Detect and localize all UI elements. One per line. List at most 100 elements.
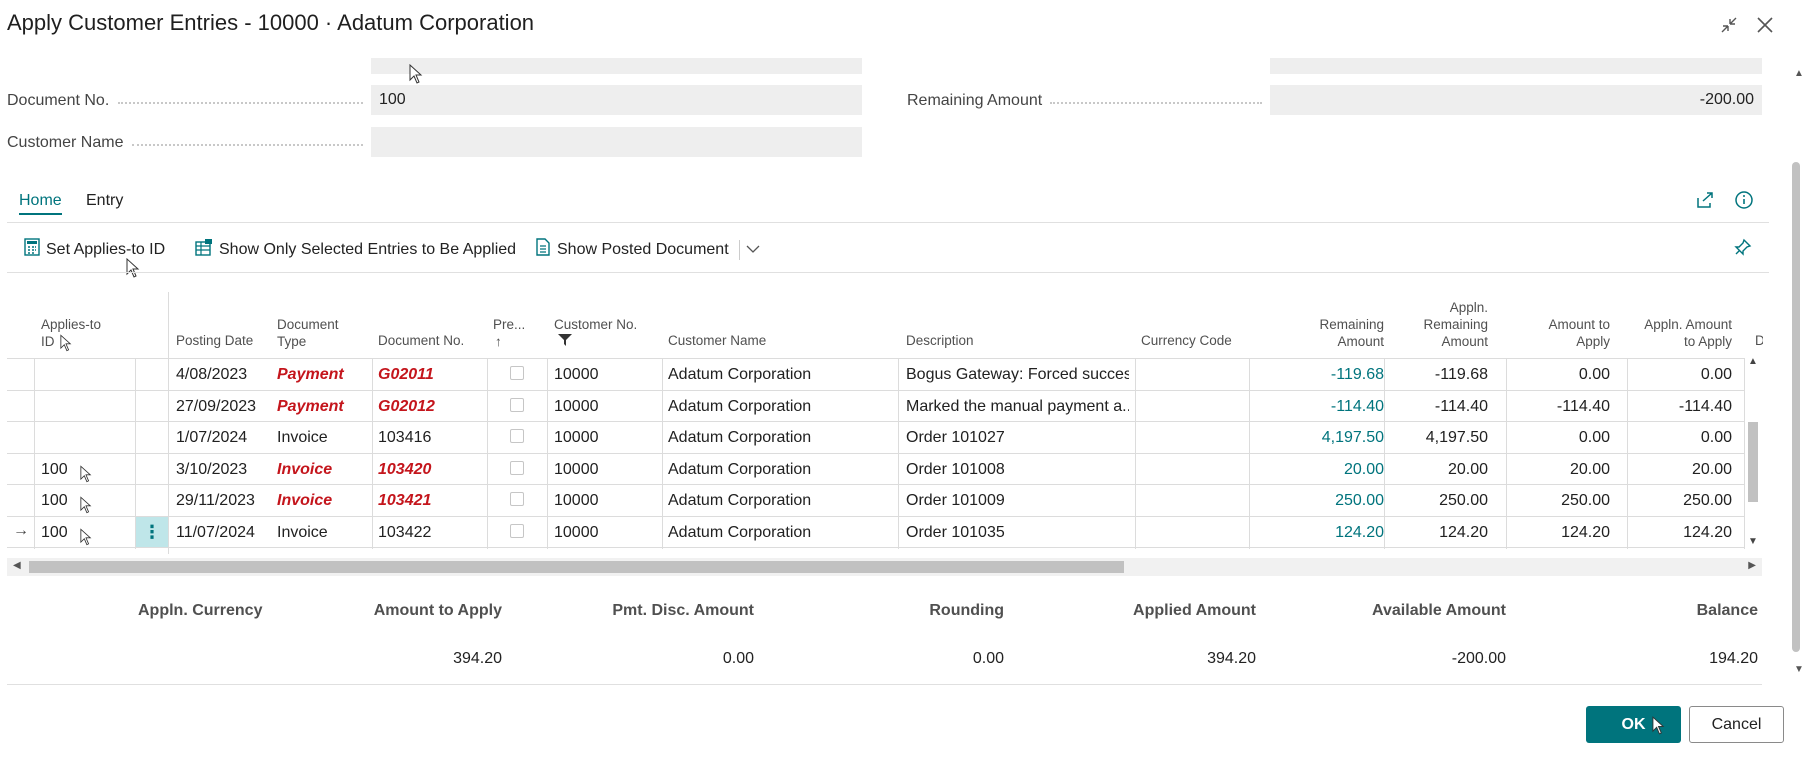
cell-customer-no[interactable]: 10000 — [554, 485, 658, 516]
col-header-customer-no[interactable]: Customer No. — [554, 316, 637, 350]
cell-description[interactable]: Marked the manual payment a... — [906, 391, 1129, 422]
pin-icon[interactable] — [1734, 238, 1752, 261]
cell-amount-to-apply[interactable]: -114.40 — [1505, 391, 1610, 422]
row-actions-menu-icon[interactable]: ⋮ — [136, 516, 168, 547]
cell-amount-to-apply[interactable]: 20.00 — [1505, 454, 1610, 485]
cell-amount-to-apply[interactable]: 124.20 — [1505, 517, 1610, 548]
cell-posting-date[interactable]: 11/07/2024 — [176, 517, 272, 548]
chevron-down-icon[interactable] — [746, 241, 760, 259]
cell-appln-amount-to-apply[interactable]: 124.20 — [1620, 517, 1732, 548]
close-icon[interactable] — [1752, 12, 1778, 38]
cell-currency-code[interactable] — [1141, 359, 1241, 390]
cell-appln-remaining-amount[interactable]: -119.68 — [1384, 359, 1488, 390]
col-header-appln-remaining-amount[interactable]: Appln. Remaining Amount — [1384, 299, 1488, 350]
cell-document-type[interactable]: Payment — [277, 391, 373, 422]
cell-currency-code[interactable] — [1141, 422, 1241, 453]
col-header-appln-amount-to-apply[interactable]: Appln. Amount to Apply — [1620, 316, 1732, 350]
cell-remaining-amount[interactable]: 4,197.50 — [1250, 422, 1384, 453]
col-header-d[interactable]: D — [1755, 332, 1763, 349]
cell-description[interactable]: Order 101008 — [906, 454, 1129, 485]
cell-document-type[interactable]: Payment — [277, 359, 373, 390]
prepayment-checkbox[interactable] — [510, 523, 524, 538]
cell-appln-remaining-amount[interactable]: 20.00 — [1384, 454, 1488, 485]
cell-customer-no[interactable]: 10000 — [554, 359, 658, 390]
collapse-icon[interactable] — [1716, 12, 1742, 38]
cell-customer-name[interactable]: Adatum Corporation — [668, 391, 893, 422]
info-icon[interactable] — [1734, 190, 1754, 215]
col-header-currency-code[interactable]: Currency Code — [1141, 332, 1232, 349]
share-icon[interactable] — [1695, 190, 1715, 215]
cell-remaining-amount[interactable]: 20.00 — [1250, 454, 1384, 485]
cell-applies-to-id[interactable] — [41, 422, 131, 453]
cell-appln-amount-to-apply[interactable]: 0.00 — [1620, 359, 1732, 390]
show-posted-document-button[interactable]: Show Posted Document — [535, 238, 760, 261]
document-no-field[interactable]: 100 — [371, 85, 862, 115]
prepayment-checkbox[interactable] — [510, 492, 524, 506]
cell-remaining-amount[interactable]: -119.68 — [1250, 359, 1384, 390]
cell-description[interactable]: Order 101035 — [906, 517, 1129, 548]
grid-scrollbar[interactable]: ▲ ▼ — [1745, 356, 1761, 550]
cell-customer-name[interactable]: Adatum Corporation — [668, 422, 893, 453]
cell-appln-remaining-amount[interactable]: 124.20 — [1384, 517, 1488, 548]
show-only-selected-button[interactable]: Show Only Selected Entries to Be Applied — [195, 238, 516, 261]
cell-appln-remaining-amount[interactable]: -114.40 — [1384, 391, 1488, 422]
cell-applies-to-id[interactable] — [41, 391, 131, 422]
cell-appln-amount-to-apply[interactable]: -114.40 — [1620, 391, 1732, 422]
cell-applies-to-id[interactable] — [41, 359, 131, 390]
cell-document-no[interactable]: 103421 — [378, 485, 482, 516]
cell-appln-remaining-amount[interactable]: 250.00 — [1384, 485, 1488, 516]
cell-currency-code[interactable] — [1141, 454, 1241, 485]
cell-description[interactable]: Order 101009 — [906, 485, 1129, 516]
cell-document-no[interactable]: 103416 — [378, 422, 482, 453]
cell-customer-no[interactable]: 10000 — [554, 391, 658, 422]
cell-document-type[interactable]: Invoice — [277, 454, 373, 485]
cell-amount-to-apply[interactable]: 0.00 — [1505, 422, 1610, 453]
cell-document-no[interactable]: G02012 — [378, 391, 482, 422]
cell-document-type[interactable]: Invoice — [277, 517, 373, 548]
col-header-posting-date[interactable]: Posting Date — [176, 332, 253, 349]
cell-appln-amount-to-apply[interactable]: 0.00 — [1620, 422, 1732, 453]
ok-button[interactable]: OK — [1586, 706, 1681, 743]
col-header-customer-name[interactable]: Customer Name — [668, 332, 766, 349]
cell-posting-date[interactable]: 4/08/2023 — [176, 359, 272, 390]
tab-home[interactable]: Home — [19, 192, 62, 215]
cell-posting-date[interactable]: 27/09/2023 — [176, 391, 272, 422]
cell-currency-code[interactable] — [1141, 517, 1241, 548]
cell-customer-name[interactable]: Adatum Corporation — [668, 454, 893, 485]
set-applies-to-id-button[interactable]: Set Applies-to ID — [24, 238, 165, 261]
cell-currency-code[interactable] — [1141, 391, 1241, 422]
prepayment-checkbox[interactable] — [510, 460, 524, 475]
cancel-button[interactable]: Cancel — [1689, 706, 1784, 743]
grid-horizontal-scrollbar[interactable]: ◀ ▶ — [7, 558, 1762, 576]
cell-posting-date[interactable]: 29/11/2023 — [176, 485, 272, 516]
prepayment-checkbox[interactable] — [510, 366, 524, 380]
cell-amount-to-apply[interactable]: 0.00 — [1505, 359, 1610, 390]
col-header-document-type[interactable]: Document Type — [277, 316, 339, 350]
prepayment-checkbox[interactable] — [510, 397, 524, 412]
col-header-document-no[interactable]: Document No. — [378, 332, 464, 349]
cell-description[interactable]: Bogus Gateway: Forced success — [906, 359, 1129, 390]
cell-customer-name[interactable]: Adatum Corporation — [668, 485, 893, 516]
col-header-pre[interactable]: Pre... ↑ — [493, 316, 525, 350]
cell-appln-amount-to-apply[interactable]: 20.00 — [1620, 454, 1732, 485]
cell-customer-name[interactable]: Adatum Corporation — [668, 517, 893, 548]
col-header-amount-to-apply[interactable]: Amount to Apply — [1510, 316, 1610, 350]
cell-posting-date[interactable]: 1/07/2024 — [176, 422, 272, 453]
prepayment-checkbox[interactable] — [510, 429, 524, 443]
cell-customer-no[interactable]: 10000 — [554, 422, 658, 453]
cell-appln-remaining-amount[interactable]: 4,197.50 — [1384, 422, 1488, 453]
cell-customer-name[interactable]: Adatum Corporation — [668, 359, 893, 390]
cell-customer-no[interactable]: 10000 — [554, 454, 658, 485]
cell-customer-no[interactable]: 10000 — [554, 517, 658, 548]
cell-remaining-amount[interactable]: 250.00 — [1250, 485, 1384, 516]
customer-name-field[interactable] — [371, 127, 862, 157]
page-scrollbar[interactable]: ▲ ▼ — [1790, 68, 1804, 680]
tab-entry[interactable]: Entry — [86, 192, 123, 210]
cell-document-no[interactable]: G02011 — [378, 359, 482, 390]
cell-document-type[interactable]: Invoice — [277, 422, 373, 453]
cell-amount-to-apply[interactable]: 250.00 — [1505, 485, 1610, 516]
cell-document-no[interactable]: 103422 — [378, 517, 482, 548]
col-header-remaining-amount[interactable]: Remaining Amount — [1280, 316, 1384, 350]
cell-remaining-amount[interactable]: -114.40 — [1250, 391, 1384, 422]
col-header-description[interactable]: Description — [906, 332, 974, 349]
